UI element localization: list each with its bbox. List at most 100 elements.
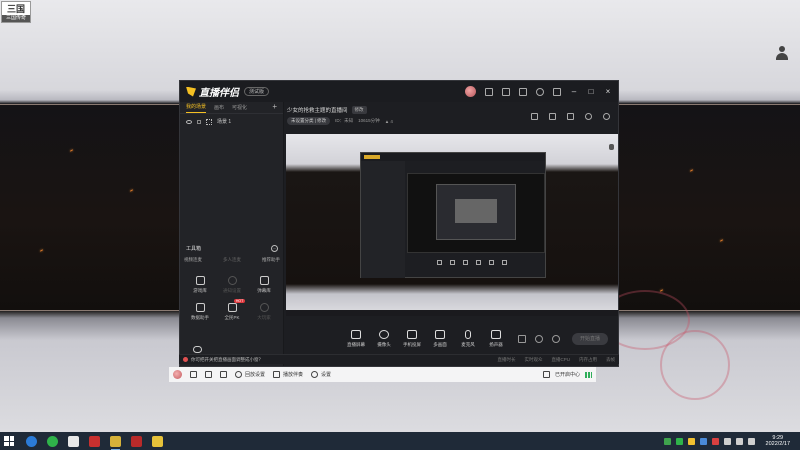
minimize-icon[interactable]: – (570, 87, 578, 96)
bag-icon[interactable] (567, 113, 574, 120)
play-music-button[interactable]: 播放伴奏 (273, 371, 303, 378)
tool-danmaku-library[interactable]: 弹幕库 (248, 276, 280, 294)
message-icon[interactable] (485, 87, 493, 96)
app-icon[interactable] (68, 435, 79, 447)
wechat-icon[interactable] (47, 435, 58, 447)
tool-recommend[interactable]: 推荐助手 (262, 257, 280, 263)
nested-logo-icon (364, 155, 380, 159)
input-method-icon[interactable] (747, 437, 755, 445)
swirl-decoration (660, 330, 730, 400)
nested-control-icon (502, 259, 507, 265)
tool-video-link[interactable]: 视频连麦 (184, 257, 202, 263)
toolbox-subtools: 视频连麦 多人连麦 推荐助手 (184, 257, 280, 263)
timer-icon[interactable] (535, 335, 543, 343)
tab-visual[interactable]: 可视化 (232, 104, 247, 113)
close-icon[interactable]: × (604, 87, 612, 96)
nested-inner-preview (436, 184, 516, 240)
tool-label: 通知设置 (223, 288, 241, 293)
avatar[interactable] (173, 370, 182, 379)
tab-scenes[interactable]: 我的场景 (186, 103, 207, 113)
tool-game-library[interactable]: 游戏库 (184, 276, 216, 294)
app-icon[interactable] (89, 435, 100, 447)
stat-duration: 直播时长 (497, 356, 516, 362)
version-badge[interactable]: 测试版 (244, 87, 270, 96)
room-title: 少女的抢救主题的直播间 (287, 108, 348, 114)
eye-icon[interactable] (186, 119, 192, 124)
control-label: 扬声器 (489, 342, 503, 347)
tray-icon[interactable] (711, 437, 719, 445)
microphone-button[interactable]: 麦克风 (454, 330, 482, 348)
signal-icon (585, 371, 592, 378)
phone-cast-button[interactable]: 手机投屏 (398, 330, 426, 348)
live-duration: 10615分钟 (358, 118, 380, 123)
windows-start-icon[interactable] (4, 436, 14, 446)
tool-multi-link[interactable]: 多人连麦 (223, 257, 241, 263)
avatar[interactable] (465, 86, 476, 97)
tool-notify-settings[interactable]: 通知设置 (216, 276, 248, 294)
record-icon[interactable] (518, 335, 526, 343)
bell-icon[interactable] (536, 87, 544, 96)
settings-button[interactable]: 设置 (311, 371, 331, 378)
bell-icon[interactable] (585, 113, 592, 120)
shirt-icon[interactable] (519, 87, 527, 96)
control-label: 摄像头 (377, 342, 391, 347)
add-scene-icon[interactable]: + (272, 102, 277, 113)
mixer-icon[interactable] (220, 371, 227, 378)
browser-icon[interactable] (26, 435, 37, 447)
tray-icon[interactable] (663, 437, 671, 445)
speaker-button[interactable]: 扬声器 (482, 330, 510, 348)
microphone-icon[interactable] (205, 371, 212, 378)
maximize-icon[interactable]: □ (587, 87, 595, 96)
multi-view-button[interactable]: 多画面 (426, 330, 454, 348)
tool-data-assistant[interactable]: 数据助手 (184, 303, 216, 321)
person-icon[interactable] (776, 46, 788, 60)
lock-icon[interactable] (549, 113, 556, 120)
tray-icon[interactable] (699, 437, 707, 445)
tool-label: 全民PK (224, 315, 240, 320)
camera-button[interactable]: 摄像头 (370, 330, 398, 348)
share-icon[interactable] (603, 113, 610, 120)
tool-pk[interactable]: HOT 全民PK (216, 299, 248, 321)
start-live-button[interactable]: 开始直播 (572, 333, 608, 345)
gift-box-icon[interactable] (531, 113, 538, 120)
shortcut-title: 三国 (6, 4, 25, 14)
live-app-taskbar-icon[interactable] (110, 435, 121, 450)
volume-icon[interactable] (190, 371, 197, 378)
speaker-icon (491, 330, 501, 339)
clock[interactable]: 9:29 2022/2/17 (766, 435, 790, 447)
toolbox-title: 工具箱 (186, 246, 202, 252)
screen-icon[interactable] (542, 371, 550, 378)
viewer-count-value: 4 (390, 118, 393, 124)
tab-canvas[interactable]: 画布 (214, 104, 224, 113)
app-icon[interactable] (152, 435, 163, 447)
network-icon[interactable] (723, 437, 731, 445)
screen-capture-button[interactable]: 直播屏幕 (342, 330, 370, 348)
scene-tabs: 我的场景 画布 可视化 + (180, 102, 283, 114)
chart-icon (195, 303, 205, 312)
upload-icon (259, 303, 269, 312)
status-tip[interactable]: 你可把开关把直播画面调整成小窗？ (191, 357, 263, 363)
gear-icon[interactable] (552, 335, 560, 343)
live-preview[interactable] (286, 134, 618, 316)
tool-big-player[interactable]: 大玩家 (248, 303, 280, 321)
tray-icon[interactable] (687, 437, 695, 445)
live-app-window: 直播伴侣 测试版 – □ × 我的场景 画布 可视化 + 场景 1 工具箱 ··… (179, 80, 619, 367)
category-selector[interactable]: 未设置分类 | 修改 (287, 117, 331, 125)
nested-control-icon (476, 259, 481, 265)
menu-icon[interactable] (553, 87, 561, 96)
lock-icon[interactable] (197, 119, 201, 124)
more-icon[interactable]: ··· (271, 245, 278, 252)
volume-icon[interactable] (735, 437, 743, 445)
desktop-shortcut-game[interactable]: 三国 三国传奇 (1, 1, 31, 23)
screen-source-icon (206, 118, 212, 125)
gift-icon[interactable] (502, 87, 510, 96)
scene-item[interactable]: 场景 1 (180, 114, 283, 129)
replay-settings-button[interactable]: 回放设置 (235, 371, 265, 378)
scene-name: 场景 1 (217, 119, 232, 125)
tip-icon (183, 357, 188, 362)
center-status-label: 已开启中心 (554, 372, 580, 378)
edit-title-button[interactable]: 修改 (351, 106, 367, 114)
app-icon[interactable] (131, 435, 142, 447)
stat-dropped-frames: 丢帧 (606, 356, 615, 362)
tray-icon[interactable] (675, 437, 683, 445)
